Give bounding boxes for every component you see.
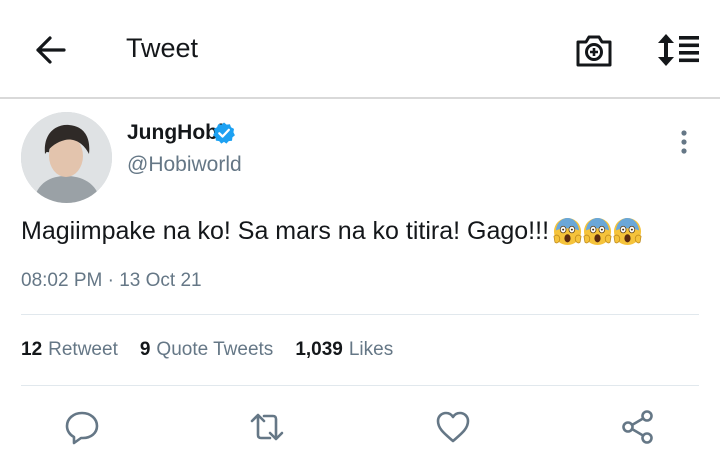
retweet-count[interactable]: 12 Retweet (21, 339, 118, 361)
back-button[interactable] (30, 32, 70, 68)
reply-button[interactable] (64, 409, 100, 445)
stat-label: Retweet (48, 339, 118, 360)
avatar[interactable] (21, 112, 112, 203)
retweet-icon (250, 413, 284, 441)
share-button[interactable] (620, 409, 656, 445)
display-name[interactable]: JungHobi (127, 121, 224, 145)
more-options-button[interactable] (674, 128, 694, 156)
likes-count[interactable]: 1,039 Likes (295, 339, 393, 361)
stat-label: Likes (348, 339, 394, 360)
more-vertical-icon (681, 130, 687, 154)
stat-number: 12 (21, 339, 43, 360)
page-title: Tweet (126, 33, 199, 63)
user-handle[interactable]: @Hobiworld (127, 153, 242, 177)
tweet-text: Magiimpake na ko! Sa mars na ko titira! … (21, 217, 550, 245)
emoji-group (553, 217, 642, 246)
arrow-left-icon (36, 36, 66, 64)
header-divider (0, 97, 720, 99)
retweet-button[interactable] (249, 409, 285, 445)
scream-emoji-icon (553, 217, 582, 246)
quote-tweets-count[interactable]: 9 Quote Tweets (140, 339, 273, 361)
verified-badge-icon (213, 122, 235, 144)
sort-list-icon (658, 34, 699, 66)
profile-photo (21, 112, 112, 203)
top-app-bar: Tweet (0, 0, 720, 98)
reply-icon (65, 411, 99, 445)
tweet-timestamp: 08:02 PM · 13 Oct 21 (21, 270, 202, 291)
heart-icon (436, 411, 470, 443)
tweet-stats: 12 Retweet 9 Quote Tweets 1,039 Likes (21, 339, 415, 361)
stat-label: Quote Tweets (156, 339, 274, 360)
camera-button[interactable] (574, 30, 614, 70)
divider (21, 385, 699, 386)
share-icon (622, 410, 653, 444)
divider (21, 314, 699, 315)
sort-button[interactable] (655, 32, 701, 68)
like-button[interactable] (435, 409, 471, 445)
scream-emoji-icon (583, 217, 612, 246)
camera-plus-icon (576, 35, 612, 67)
stat-number: 1,039 (295, 339, 343, 360)
scream-emoji-icon (613, 217, 642, 246)
stat-number: 9 (139, 339, 151, 360)
